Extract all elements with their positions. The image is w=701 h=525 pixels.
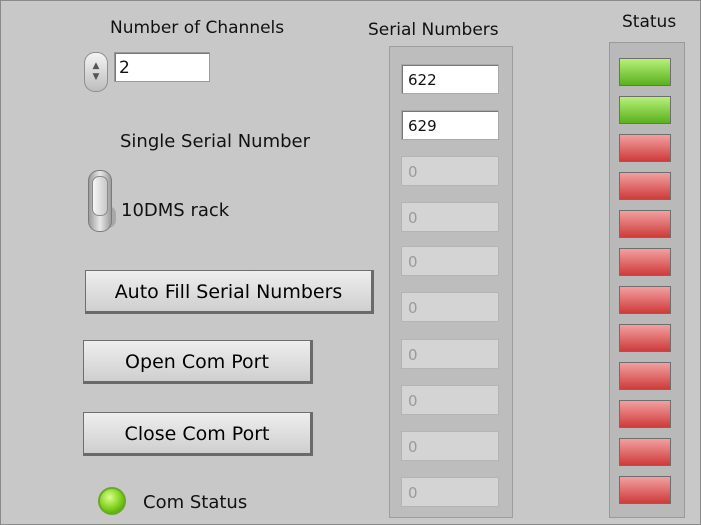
serial-number-cell[interactable]: 0 xyxy=(401,477,499,507)
serial-number-cell[interactable]: 0 xyxy=(401,339,499,369)
channels-input[interactable]: 2 xyxy=(114,52,210,82)
status-led-red xyxy=(619,286,671,314)
status-led-red xyxy=(619,134,671,162)
toggle-lever[interactable] xyxy=(92,176,108,216)
rack-toggle-label: 10DMS rack xyxy=(121,200,230,221)
serial-number-cell[interactable]: 0 xyxy=(401,292,499,322)
serial-number-cell[interactable]: 0 xyxy=(401,202,499,232)
serial-number-cell[interactable]: 0 xyxy=(401,431,499,461)
status-led-red xyxy=(619,172,671,200)
channels-spinner[interactable]: ▲ ▼ xyxy=(84,52,108,92)
status-led-red xyxy=(619,248,671,276)
com-status-label: Com Status xyxy=(143,492,248,513)
open-com-port-button[interactable]: Open Com Port xyxy=(83,340,313,384)
status-led-green xyxy=(619,96,671,124)
channels-label: Number of Channels xyxy=(110,18,285,38)
status-led-red xyxy=(619,476,671,504)
serial-number-cell[interactable]: 0 xyxy=(401,156,499,186)
serial-number-cell[interactable]: 0 xyxy=(401,385,499,415)
status-led-red xyxy=(619,362,671,390)
status-header: Status xyxy=(622,12,677,32)
spin-down-icon[interactable]: ▼ xyxy=(93,72,100,83)
status-led-red xyxy=(619,400,671,428)
spin-up-icon[interactable]: ▲ xyxy=(93,61,100,72)
serial-numbers-header: Serial Numbers xyxy=(368,20,499,40)
status-led-red xyxy=(619,438,671,466)
com-status-led xyxy=(98,487,126,515)
serial-number-cell[interactable]: 629 xyxy=(401,110,499,140)
auto-fill-button[interactable]: Auto Fill Serial Numbers xyxy=(85,270,374,314)
status-led-red xyxy=(619,324,671,352)
status-led-red xyxy=(619,210,671,238)
serial-number-cell[interactable]: 622 xyxy=(401,64,499,94)
serial-number-cell[interactable]: 0 xyxy=(401,246,499,276)
close-com-port-button[interactable]: Close Com Port xyxy=(83,412,313,456)
rack-toggle-switch[interactable] xyxy=(86,170,120,232)
single-serial-label: Single Serial Number xyxy=(120,131,311,152)
status-led-green xyxy=(619,58,671,86)
